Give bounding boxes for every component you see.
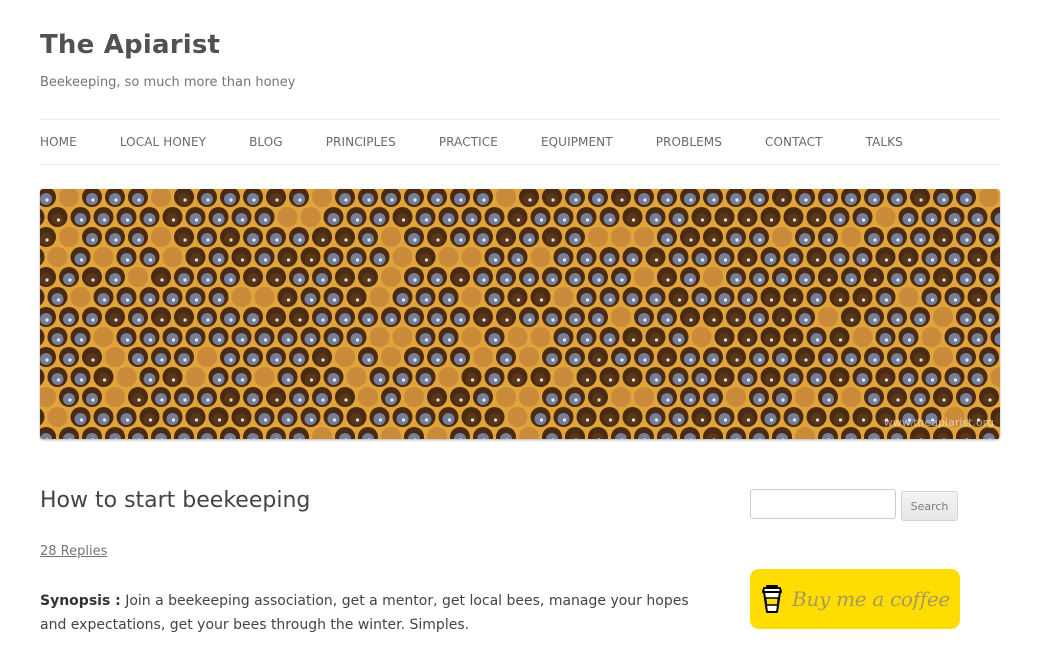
synopsis-label: Synopsis : (40, 593, 121, 609)
synopsis-text: Join a beekeeping association, get a men… (40, 593, 689, 633)
post-synopsis: Synopsis : Join a beekeeping association… (40, 589, 700, 637)
nav-item-talks[interactable]: TALKS (866, 135, 903, 149)
nav-item-principles[interactable]: PRINCIPLES (326, 135, 396, 149)
site-description: Beekeeping, so much more than honey (40, 75, 296, 90)
search-button[interactable]: Search (901, 491, 958, 521)
buy-me-a-coffee-label: Buy me a coffee (792, 587, 950, 611)
buy-me-a-coffee-button[interactable]: Buy me a coffee (750, 569, 960, 629)
coffee-cup-icon (760, 583, 784, 615)
nav-item-problems[interactable]: PROBLEMS (656, 135, 722, 149)
nav-item-local-honey[interactable]: LOCAL HONEY (120, 135, 206, 149)
search-input[interactable] (750, 489, 896, 519)
post-title: How to start beekeeping (40, 488, 311, 513)
page: The Apiarist Beekeeping, so much more th… (0, 0, 1040, 656)
nav-item-blog[interactable]: BLOG (249, 135, 283, 149)
nav-item-home[interactable]: HOME (40, 135, 77, 149)
nav-item-practice[interactable]: PRACTICE (439, 135, 498, 149)
main-navigation: HOME LOCAL HONEY BLOG PRINCIPLES PRACTIC… (40, 119, 1000, 165)
comments-link[interactable]: 28 Replies (40, 544, 107, 559)
header-image-honeycomb: www.theapiarist.org (40, 189, 1000, 439)
image-watermark: www.theapiarist.org (883, 416, 994, 429)
nav-item-contact[interactable]: CONTACT (765, 135, 823, 149)
site-title[interactable]: The Apiarist (40, 30, 220, 60)
honeycomb-picture (40, 189, 1000, 439)
nav-item-equipment[interactable]: EQUIPMENT (541, 135, 613, 149)
